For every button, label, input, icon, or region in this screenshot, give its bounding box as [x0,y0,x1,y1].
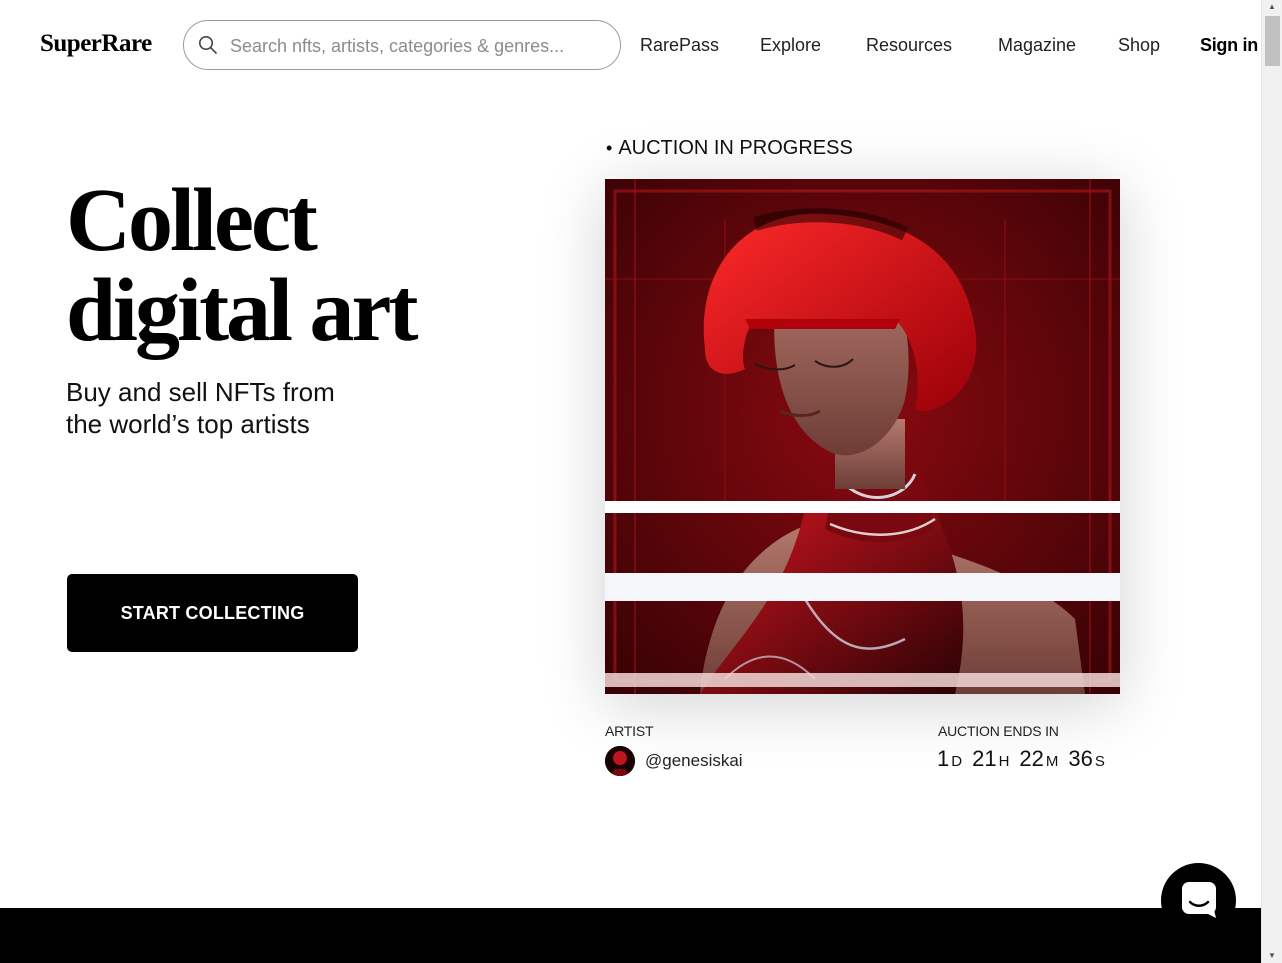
featured-artwork[interactable] [605,179,1120,694]
hero-title: Collect digital art [66,176,486,356]
countdown-days-unit: D [951,753,963,770]
site-header: SuperRare RarePass Explore Resources Mag… [0,0,1261,92]
artist-label: ARTIST [605,723,654,739]
artist-handle-link[interactable]: @genesiskai [645,751,743,771]
search-bar[interactable] [183,20,621,70]
chat-icon [1182,882,1216,918]
sign-in-link[interactable]: Sign in [1200,35,1258,56]
countdown-minutes: 22 [1019,746,1044,771]
countdown-minutes-unit: M [1045,753,1059,770]
avatar[interactable] [605,746,635,776]
auction-countdown: 1 D 21 H 22 M 36 S [937,746,1115,772]
hero-title-line-1: Collect [66,171,318,270]
countdown-hours: 21 [972,746,997,771]
auction-status-text: AUCTION IN PROGRESS [618,137,853,159]
search-icon [199,36,217,54]
page-scrollbar[interactable]: ▲ ▼ [1261,0,1282,963]
scrollbar-thumb[interactable] [1265,16,1280,66]
artwork-image [605,179,1120,694]
countdown-seconds: 36 [1068,746,1093,771]
hero-subtitle-line-2: the world’s top artists [66,409,310,439]
hero-subtitle-line-1: Buy and sell NFTs from [66,377,335,407]
chat-launcher-button[interactable] [1161,863,1236,938]
auction-ends-label: AUCTION ENDS IN [938,723,1059,739]
status-dot-icon: • [606,138,613,158]
nav-resources[interactable]: Resources [866,35,952,56]
hero-subtitle: Buy and sell NFTs from the world’s top a… [66,376,386,440]
superrare-logo[interactable]: SuperRare [40,30,152,58]
artist-avatar-image [605,746,635,776]
nav-magazine[interactable]: Magazine [998,35,1076,56]
nav-rarepass[interactable]: RarePass [640,35,719,56]
nav-explore[interactable]: Explore [760,35,821,56]
countdown-hours-unit: H [998,753,1010,770]
auction-status: • AUCTION IN PROGRESS [606,137,853,160]
countdown-seconds-unit: S [1094,753,1105,770]
nav-shop[interactable]: Shop [1118,35,1160,56]
search-input[interactable] [230,33,600,59]
start-collecting-button[interactable]: START COLLECTING [67,574,358,652]
footer-section [0,908,1261,963]
scroll-down-arrow-icon[interactable]: ▼ [1262,949,1282,963]
scroll-up-arrow-icon[interactable]: ▲ [1262,0,1282,14]
countdown-days: 1 [937,746,950,771]
hero-title-line-2: digital art [66,261,418,360]
